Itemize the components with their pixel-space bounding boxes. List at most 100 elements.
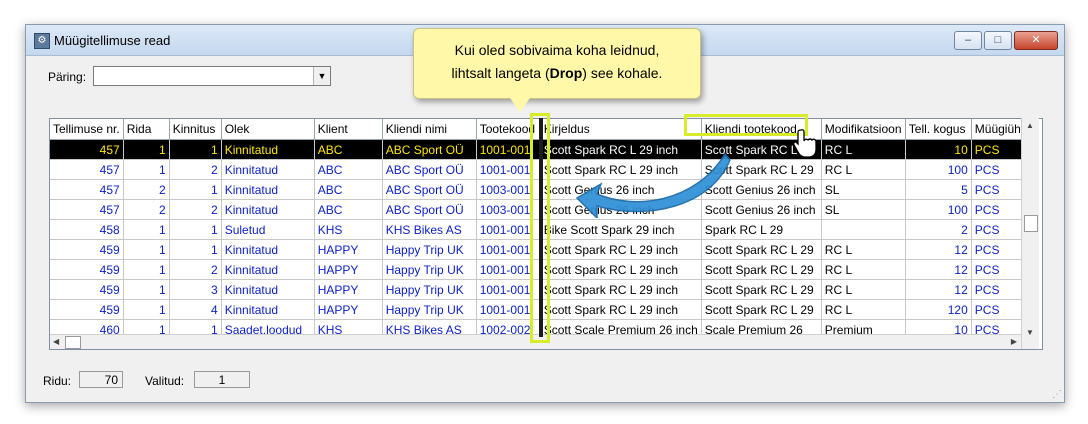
cell-confirmation[interactable]: 2 bbox=[169, 259, 222, 280]
cell-ordered-qty[interactable]: 12 bbox=[905, 239, 972, 260]
cell-order-no[interactable]: 457 bbox=[50, 159, 124, 180]
cell-confirmation[interactable]: 4 bbox=[169, 299, 222, 320]
cell-confirmation[interactable]: 3 bbox=[169, 279, 222, 300]
maximize-button[interactable]: □ bbox=[984, 31, 1012, 50]
scroll-up-icon[interactable]: ▲ bbox=[1026, 121, 1034, 130]
cell-customer-name[interactable]: ABC Sport OÜ bbox=[382, 139, 477, 160]
cell-line[interactable]: 2 bbox=[123, 199, 170, 220]
cell-customer[interactable]: HAPPY bbox=[314, 239, 383, 260]
cell-status[interactable]: Suletud bbox=[221, 219, 315, 240]
scroll-down-icon[interactable]: ▼ bbox=[1026, 328, 1034, 337]
cell-description[interactable]: Scott Spark RC L 29 inch bbox=[540, 299, 702, 320]
cell-description[interactable]: Bike Scott Spark 29 inch bbox=[540, 219, 702, 240]
col-header-modification[interactable]: Modifikatsioon bbox=[821, 119, 906, 140]
cell-description[interactable]: Scott Spark RC L 29 inch bbox=[540, 279, 702, 300]
cell-status[interactable]: Kinnitatud bbox=[221, 299, 315, 320]
cell-confirmation[interactable]: 1 bbox=[169, 139, 222, 160]
cell-customer-name[interactable]: ABC Sport OÜ bbox=[382, 179, 477, 200]
cell-modification[interactable]: SL bbox=[821, 199, 906, 220]
cell-customer[interactable]: ABC bbox=[314, 179, 383, 200]
cell-modification[interactable] bbox=[821, 219, 906, 240]
resize-grip-icon[interactable]: ⋰ bbox=[1052, 389, 1062, 400]
cell-customer-name[interactable]: Happy Trip UK bbox=[382, 239, 477, 260]
cell-customer-name[interactable]: Happy Trip UK bbox=[382, 299, 477, 320]
cell-customer[interactable]: KHS bbox=[314, 219, 383, 240]
cell-confirmation[interactable]: 1 bbox=[169, 179, 222, 200]
cell-description[interactable]: Scott Spark RC L 29 inch bbox=[540, 259, 702, 280]
cell-customer-product-code[interactable]: Scott Spark RC L 29 bbox=[701, 299, 822, 320]
cell-ordered-qty[interactable]: 120 bbox=[905, 299, 972, 320]
cell-customer[interactable]: HAPPY bbox=[314, 299, 383, 320]
cell-order-no[interactable]: 458 bbox=[50, 219, 124, 240]
cell-line[interactable]: 1 bbox=[123, 279, 170, 300]
cell-customer-product-code[interactable]: Scott Spark RC L 29 bbox=[701, 239, 822, 260]
cell-customer[interactable]: ABC bbox=[314, 139, 383, 160]
scroll-left-icon[interactable]: ◀ bbox=[53, 337, 59, 346]
cell-order-no[interactable]: 459 bbox=[50, 299, 124, 320]
col-header-customer[interactable]: Klient bbox=[314, 119, 383, 140]
cell-customer-name[interactable]: ABC Sport OÜ bbox=[382, 159, 477, 180]
cell-customer-name[interactable]: Happy Trip UK bbox=[382, 279, 477, 300]
col-header-description[interactable]: Kirjeldus bbox=[540, 119, 702, 140]
col-header-ordered-qty[interactable]: Tell. kogus bbox=[905, 119, 972, 140]
vertical-scrollbar[interactable]: ▲ ▼ bbox=[1021, 118, 1039, 349]
col-header-order-no[interactable]: Tellimuse nr. bbox=[50, 119, 124, 140]
col-header-line[interactable]: Rida bbox=[123, 119, 170, 140]
cell-status[interactable]: Kinnitatud bbox=[221, 239, 315, 260]
cell-status[interactable]: Kinnitatud bbox=[221, 199, 315, 220]
cell-ordered-qty[interactable]: 5 bbox=[905, 179, 972, 200]
cell-status[interactable]: Kinnitatud bbox=[221, 139, 315, 160]
cell-ordered-qty[interactable]: 12 bbox=[905, 259, 972, 280]
cell-modification[interactable]: RC L bbox=[821, 259, 906, 280]
cell-customer[interactable]: ABC bbox=[314, 159, 383, 180]
cell-ordered-qty[interactable]: 2 bbox=[905, 219, 972, 240]
cell-modification[interactable]: RC L bbox=[821, 159, 906, 180]
cell-line[interactable]: 1 bbox=[123, 159, 170, 180]
cell-ordered-qty[interactable]: 10 bbox=[905, 139, 972, 160]
cell-status[interactable]: Kinnitatud bbox=[221, 279, 315, 300]
cell-line[interactable]: 1 bbox=[123, 239, 170, 260]
vertical-scroll-thumb[interactable] bbox=[1024, 215, 1038, 232]
cell-line[interactable]: 1 bbox=[123, 259, 170, 280]
cell-customer-name[interactable]: KHS Bikes AS bbox=[382, 219, 477, 240]
cell-customer[interactable]: HAPPY bbox=[314, 279, 383, 300]
cell-order-no[interactable]: 459 bbox=[50, 239, 124, 260]
cell-order-no[interactable]: 459 bbox=[50, 259, 124, 280]
cell-ordered-qty[interactable]: 100 bbox=[905, 159, 972, 180]
cell-modification[interactable]: RC L bbox=[821, 139, 906, 160]
cell-customer-name[interactable]: ABC Sport OÜ bbox=[382, 199, 477, 220]
cell-order-no[interactable]: 459 bbox=[50, 279, 124, 300]
cell-line[interactable]: 1 bbox=[123, 299, 170, 320]
cell-confirmation[interactable]: 2 bbox=[169, 159, 222, 180]
cell-line[interactable]: 1 bbox=[123, 219, 170, 240]
cell-order-no[interactable]: 457 bbox=[50, 199, 124, 220]
cell-order-no[interactable]: 457 bbox=[50, 139, 124, 160]
cell-customer-product-code[interactable]: Scott Spark RC L 29 bbox=[701, 259, 822, 280]
col-header-confirmation[interactable]: Kinnitus bbox=[169, 119, 222, 140]
chevron-down-icon[interactable]: ▼ bbox=[313, 67, 330, 85]
cell-confirmation[interactable]: 2 bbox=[169, 199, 222, 220]
query-dropdown[interactable]: ▼ bbox=[93, 66, 331, 86]
minimize-button[interactable]: – bbox=[954, 31, 982, 50]
cell-customer-product-code[interactable]: Spark RC L 29 bbox=[701, 219, 822, 240]
cell-ordered-qty[interactable]: 12 bbox=[905, 279, 972, 300]
cell-line[interactable]: 1 bbox=[123, 139, 170, 160]
close-button[interactable]: ✕ bbox=[1014, 31, 1058, 50]
cell-modification[interactable]: SL bbox=[821, 179, 906, 200]
scroll-right-icon[interactable]: ▶ bbox=[1011, 337, 1017, 346]
cell-ordered-qty[interactable]: 100 bbox=[905, 199, 972, 220]
col-header-status[interactable]: Olek bbox=[221, 119, 315, 140]
cell-modification[interactable]: RC L bbox=[821, 279, 906, 300]
cell-line[interactable]: 2 bbox=[123, 179, 170, 200]
cell-status[interactable]: Kinnitatud bbox=[221, 179, 315, 200]
cell-customer-product-code[interactable]: Scott Spark RC L 29 bbox=[701, 279, 822, 300]
cell-modification[interactable]: RC L bbox=[821, 299, 906, 320]
cell-confirmation[interactable]: 1 bbox=[169, 239, 222, 260]
col-header-customer-name[interactable]: Kliendi nimi bbox=[382, 119, 477, 140]
cell-customer[interactable]: HAPPY bbox=[314, 259, 383, 280]
cell-customer[interactable]: ABC bbox=[314, 199, 383, 220]
cell-confirmation[interactable]: 1 bbox=[169, 219, 222, 240]
cell-customer-name[interactable]: Happy Trip UK bbox=[382, 259, 477, 280]
horizontal-scroll-thumb[interactable] bbox=[65, 336, 81, 349]
cell-status[interactable]: Kinnitatud bbox=[221, 259, 315, 280]
